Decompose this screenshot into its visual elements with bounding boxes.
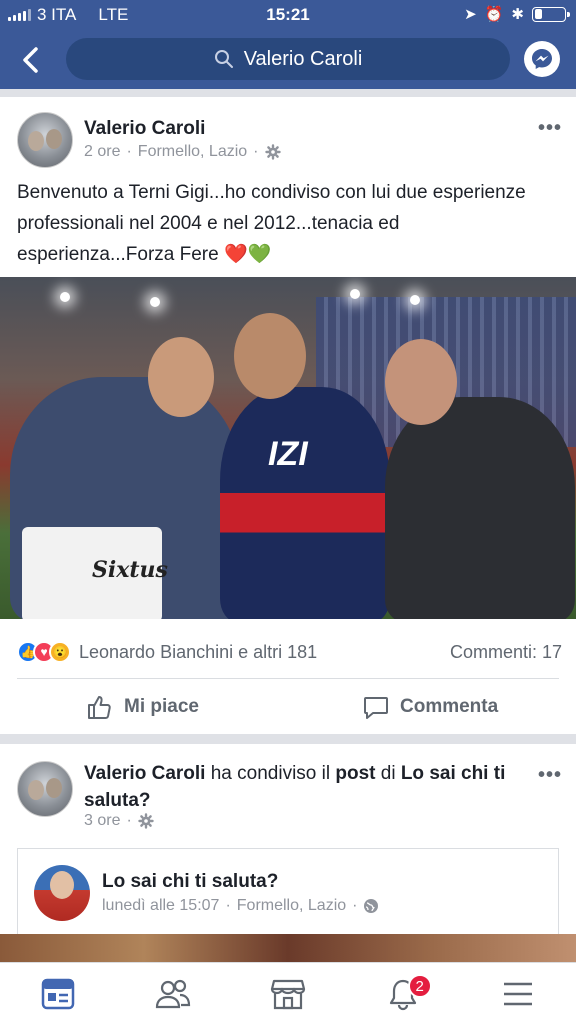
avatar[interactable] xyxy=(17,761,73,817)
post-card: Valerio Caroli 2 ore · Formello, Lazio ·… xyxy=(0,97,576,734)
meta-separator: · xyxy=(352,897,358,914)
person-middle xyxy=(220,387,390,619)
comments-count[interactable]: Commenti: 17 xyxy=(450,642,562,663)
app-header: 3 ITA LTE 15:21 ➤ ⏰ ✱ Valerio Caroli xyxy=(0,0,576,89)
reactions-row[interactable]: 👍 ♥ 😮 Leonardo Bianchini e altri 181 Com… xyxy=(17,637,562,667)
search-input[interactable]: Valerio Caroli xyxy=(66,38,510,80)
wow-reaction-icon: 😮 xyxy=(49,641,71,663)
meta-separator: · xyxy=(225,897,231,914)
messenger-button[interactable] xyxy=(524,41,560,77)
post-card: Valerio Caroli ha condiviso il post di L… xyxy=(0,744,576,968)
bag: Sixtus xyxy=(22,527,168,619)
shared-text: ha condiviso il xyxy=(210,763,331,784)
location-arrow-icon: ➤ xyxy=(464,6,477,23)
back-button[interactable] xyxy=(14,42,50,78)
more-options-button[interactable]: ••• xyxy=(538,117,562,140)
shared-line: Valerio Caroli ha condiviso il post di L… xyxy=(84,760,524,814)
bag-brand: Sixtus xyxy=(92,557,168,583)
person-head xyxy=(234,313,306,399)
comment-button[interactable]: Commenta xyxy=(362,687,498,727)
gear-icon xyxy=(138,813,154,829)
status-bar: 3 ITA LTE 15:21 ➤ ⏰ ✱ xyxy=(0,0,576,30)
friends-icon xyxy=(155,979,190,1008)
search-icon xyxy=(214,50,233,68)
post-meta: 3 ore · xyxy=(84,812,154,830)
shared-of: di xyxy=(380,763,396,784)
tab-notifications[interactable]: 2 xyxy=(346,963,461,1024)
comment-icon xyxy=(364,697,388,719)
person-head xyxy=(385,339,457,425)
chevron-left-icon xyxy=(23,47,38,73)
shared-post-time[interactable]: lunedì alle 15:07 xyxy=(102,897,219,915)
notifications-badge: 2 xyxy=(407,974,432,998)
tab-news-feed[interactable] xyxy=(0,963,115,1024)
post-location[interactable]: Formello, Lazio xyxy=(138,143,247,161)
post-time[interactable]: 2 ore xyxy=(84,143,120,161)
news-feed-icon xyxy=(41,978,74,1009)
hamburger-menu-icon xyxy=(504,982,533,1005)
post-text: Benvenuto a Terni Gigi...ho condiviso co… xyxy=(17,182,526,265)
divider xyxy=(17,678,559,679)
bottom-nav: 2 xyxy=(0,962,576,1024)
like-button[interactable]: Mi piace xyxy=(86,687,199,727)
meta-separator: · xyxy=(126,812,132,829)
bluetooth-icon: ✱ xyxy=(511,6,524,23)
battery-icon xyxy=(532,6,570,22)
tab-marketplace[interactable] xyxy=(230,963,345,1024)
person-head xyxy=(148,337,214,417)
tab-menu[interactable] xyxy=(461,963,576,1024)
gear-icon xyxy=(264,144,281,160)
avatar[interactable] xyxy=(17,112,73,168)
meta-separator: · xyxy=(253,143,259,160)
shared-post-image-preview[interactable] xyxy=(0,934,576,964)
meta-separator: · xyxy=(126,143,132,160)
post-meta: 2 ore · Formello, Lazio · xyxy=(84,143,281,161)
post-photo[interactable]: IZI Sixtus xyxy=(0,277,576,619)
post-author[interactable]: Valerio Caroli xyxy=(84,763,205,784)
alarm-icon: ⏰ xyxy=(484,6,504,23)
shared-post-meta: lunedì alle 15:07 · Formello, Lazio · xyxy=(102,897,379,915)
stadium-light xyxy=(60,292,70,302)
shared-post-location[interactable]: Formello, Lazio xyxy=(237,897,346,915)
person-right xyxy=(385,397,575,619)
page-avatar[interactable] xyxy=(34,865,90,921)
thumbs-up-icon xyxy=(88,696,111,719)
tab-friends[interactable] xyxy=(115,963,230,1024)
shared-post-link[interactable]: post xyxy=(335,763,375,784)
post-time[interactable]: 3 ore xyxy=(84,812,120,830)
stadium-light xyxy=(150,297,160,307)
jersey-sponsor: IZI xyxy=(268,435,308,473)
stadium-light xyxy=(350,289,360,299)
status-right: ➤ ⏰ ✱ xyxy=(464,5,570,23)
shared-post-title[interactable]: Lo sai chi ti saluta? xyxy=(102,871,278,893)
like-label: Mi piace xyxy=(124,696,199,717)
comment-label: Commenta xyxy=(400,696,499,717)
marketplace-icon xyxy=(270,979,306,1009)
stadium-light xyxy=(410,295,420,305)
more-options-button[interactable]: ••• xyxy=(538,764,562,787)
search-query: Valerio Caroli xyxy=(243,47,363,70)
post-author[interactable]: Valerio Caroli xyxy=(84,118,205,140)
messenger-icon xyxy=(532,49,552,69)
reactions-summary[interactable]: Leonardo Bianchini e altri 181 xyxy=(79,642,317,663)
globe-icon xyxy=(364,899,379,913)
